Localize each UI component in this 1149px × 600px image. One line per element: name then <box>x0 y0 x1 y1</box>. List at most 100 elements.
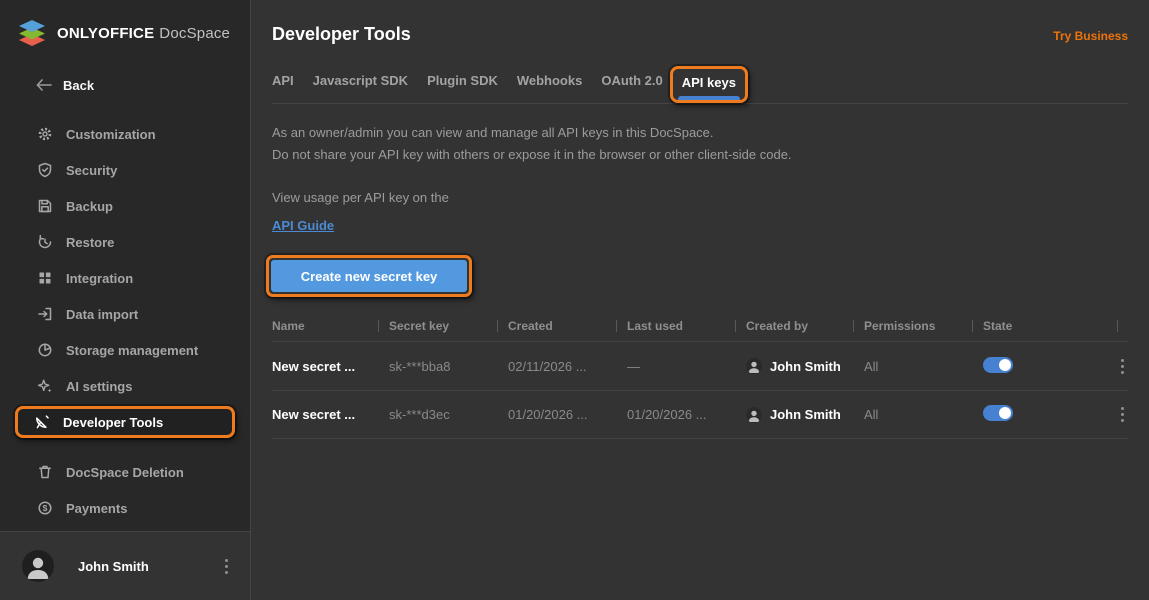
sidebar-item-label: DocSpace Deletion <box>66 465 184 480</box>
brand-logo[interactable]: ONLYOFFICE DocSpace <box>0 0 250 48</box>
key-created-by: John Smith <box>746 358 864 374</box>
trash-icon <box>37 464 53 480</box>
avatar <box>22 550 54 582</box>
sidebar-item-label: Payments <box>66 501 127 516</box>
sparkle-icon <box>37 378 53 394</box>
api-keys-table: Name Secret key Created Last used Create… <box>272 311 1128 439</box>
key-state-cell <box>983 357 1092 376</box>
person-icon <box>746 407 762 423</box>
history-icon <box>37 234 53 250</box>
column-header-secret-key[interactable]: Secret key <box>389 319 508 333</box>
sidebar-item-label: Developer Tools <box>63 415 163 430</box>
pie-chart-icon <box>37 342 53 358</box>
brand-product: DocSpace <box>159 25 230 42</box>
key-created: 01/20/2026 ... <box>508 407 627 422</box>
user-area[interactable]: John Smith <box>0 531 250 600</box>
column-header-last-used[interactable]: Last used <box>627 319 746 333</box>
tab-api[interactable]: API <box>272 73 294 88</box>
usage-text: View usage per API key on the <box>272 190 1128 205</box>
user-menu-kebab-icon[interactable] <box>221 555 232 578</box>
column-header-created-by[interactable]: Created by <box>746 319 864 333</box>
sidebar: ONLYOFFICE DocSpace Back Customization <box>0 0 251 600</box>
gear-icon <box>37 126 53 142</box>
sidebar-item-security[interactable]: Security <box>0 152 250 188</box>
sidebar-item-payments[interactable]: $ Payments <box>0 490 250 526</box>
row-menu-cell <box>1092 355 1128 378</box>
row-menu-cell <box>1092 403 1128 426</box>
sidebar-item-docspace-deletion[interactable]: DocSpace Deletion <box>0 454 250 490</box>
user-name: John Smith <box>78 559 221 574</box>
key-created: 02/11/2026 ... <box>508 359 627 374</box>
sidebar-item-developer-tools[interactable]: Developer Tools <box>15 406 235 438</box>
satellite-icon <box>34 414 50 430</box>
column-header-name[interactable]: Name <box>272 319 389 333</box>
sidebar-item-label: AI settings <box>66 379 132 394</box>
import-icon <box>37 306 53 322</box>
sidebar-item-label: Integration <box>66 271 133 286</box>
table-row[interactable]: New secret ... sk-***bba8 02/11/2026 ...… <box>272 341 1128 390</box>
sidebar-item-label: Restore <box>66 235 114 250</box>
sidebar-item-integration[interactable]: Integration <box>0 260 250 296</box>
key-name: New secret ... <box>272 359 389 374</box>
svg-text:$: $ <box>43 503 48 513</box>
creator-name: John Smith <box>770 407 841 422</box>
sidebar-item-customization[interactable]: Customization <box>0 116 250 152</box>
grid-icon <box>37 270 53 286</box>
back-button[interactable]: Back <box>36 77 250 93</box>
table-row[interactable]: New secret ... sk-***d3ec 01/20/2026 ...… <box>272 390 1128 439</box>
row-kebab-icon[interactable] <box>1117 403 1128 426</box>
sidebar-item-label: Storage management <box>66 343 198 358</box>
tab-oauth[interactable]: OAuth 2.0 <box>601 73 662 88</box>
sidebar-item-label: Data import <box>66 307 138 322</box>
key-last-used: — <box>627 359 746 374</box>
brand-title: ONLYOFFICE DocSpace <box>57 25 230 42</box>
tab-api-keys-label: API keys <box>682 75 736 90</box>
table-header-row: Name Secret key Created Last used Create… <box>272 311 1128 341</box>
intro-text: As an owner/admin you can view and manag… <box>272 122 1128 166</box>
column-header-menu <box>1092 320 1128 332</box>
back-arrow-icon <box>36 77 52 93</box>
sidebar-item-label: Security <box>66 163 117 178</box>
key-name: New secret ... <box>272 407 389 422</box>
sidebar-item-data-import[interactable]: Data import <box>0 296 250 332</box>
state-toggle[interactable] <box>983 357 1013 373</box>
sidebar-item-label: Customization <box>66 127 156 142</box>
key-secret: sk-***bba8 <box>389 359 508 374</box>
column-header-permissions[interactable]: Permissions <box>864 319 983 333</box>
person-icon <box>746 358 762 374</box>
main-content: Developer Tools Try Business API Javascr… <box>251 0 1149 600</box>
intro-line-1: As an owner/admin you can view and manag… <box>272 122 1128 144</box>
try-business-link[interactable]: Try Business <box>1053 29 1128 43</box>
sidebar-item-storage-management[interactable]: Storage management <box>0 332 250 368</box>
tab-webhooks[interactable]: Webhooks <box>517 73 583 88</box>
intro-line-2: Do not share your API key with others or… <box>272 144 1128 166</box>
key-permissions: All <box>864 407 983 422</box>
tab-api-keys[interactable]: API keys <box>670 66 748 103</box>
column-header-state[interactable]: State <box>983 319 1092 333</box>
main-header: Developer Tools Try Business <box>272 24 1128 45</box>
tab-bar: API Javascript SDK Plugin SDK Webhooks O… <box>272 72 1128 104</box>
shield-icon <box>37 162 53 178</box>
page-title: Developer Tools <box>272 24 411 45</box>
tab-plugin-sdk[interactable]: Plugin SDK <box>427 73 498 88</box>
key-state-cell <box>983 405 1092 424</box>
dollar-icon: $ <box>37 500 53 516</box>
create-secret-key-button[interactable]: Create new secret key <box>271 260 467 292</box>
back-label: Back <box>63 78 94 93</box>
sidebar-item-backup[interactable]: Backup <box>0 188 250 224</box>
key-created-by: John Smith <box>746 407 864 423</box>
sidebar-item-ai-settings[interactable]: AI settings <box>0 368 250 404</box>
active-tab-underline <box>678 96 740 100</box>
column-header-created[interactable]: Created <box>508 319 627 333</box>
create-key-highlight-box: Create new secret key <box>266 255 472 297</box>
api-guide-link[interactable]: API Guide <box>272 218 334 233</box>
key-last-used: 01/20/2026 ... <box>627 407 746 422</box>
row-kebab-icon[interactable] <box>1117 355 1128 378</box>
onlyoffice-layers-logo-icon <box>15 18 49 48</box>
sidebar-nav: Customization Security Backup <box>0 116 250 526</box>
state-toggle[interactable] <box>983 405 1013 421</box>
tab-javascript-sdk[interactable]: Javascript SDK <box>313 73 408 88</box>
brand-name: ONLYOFFICE <box>57 25 154 42</box>
key-permissions: All <box>864 359 983 374</box>
sidebar-item-restore[interactable]: Restore <box>0 224 250 260</box>
